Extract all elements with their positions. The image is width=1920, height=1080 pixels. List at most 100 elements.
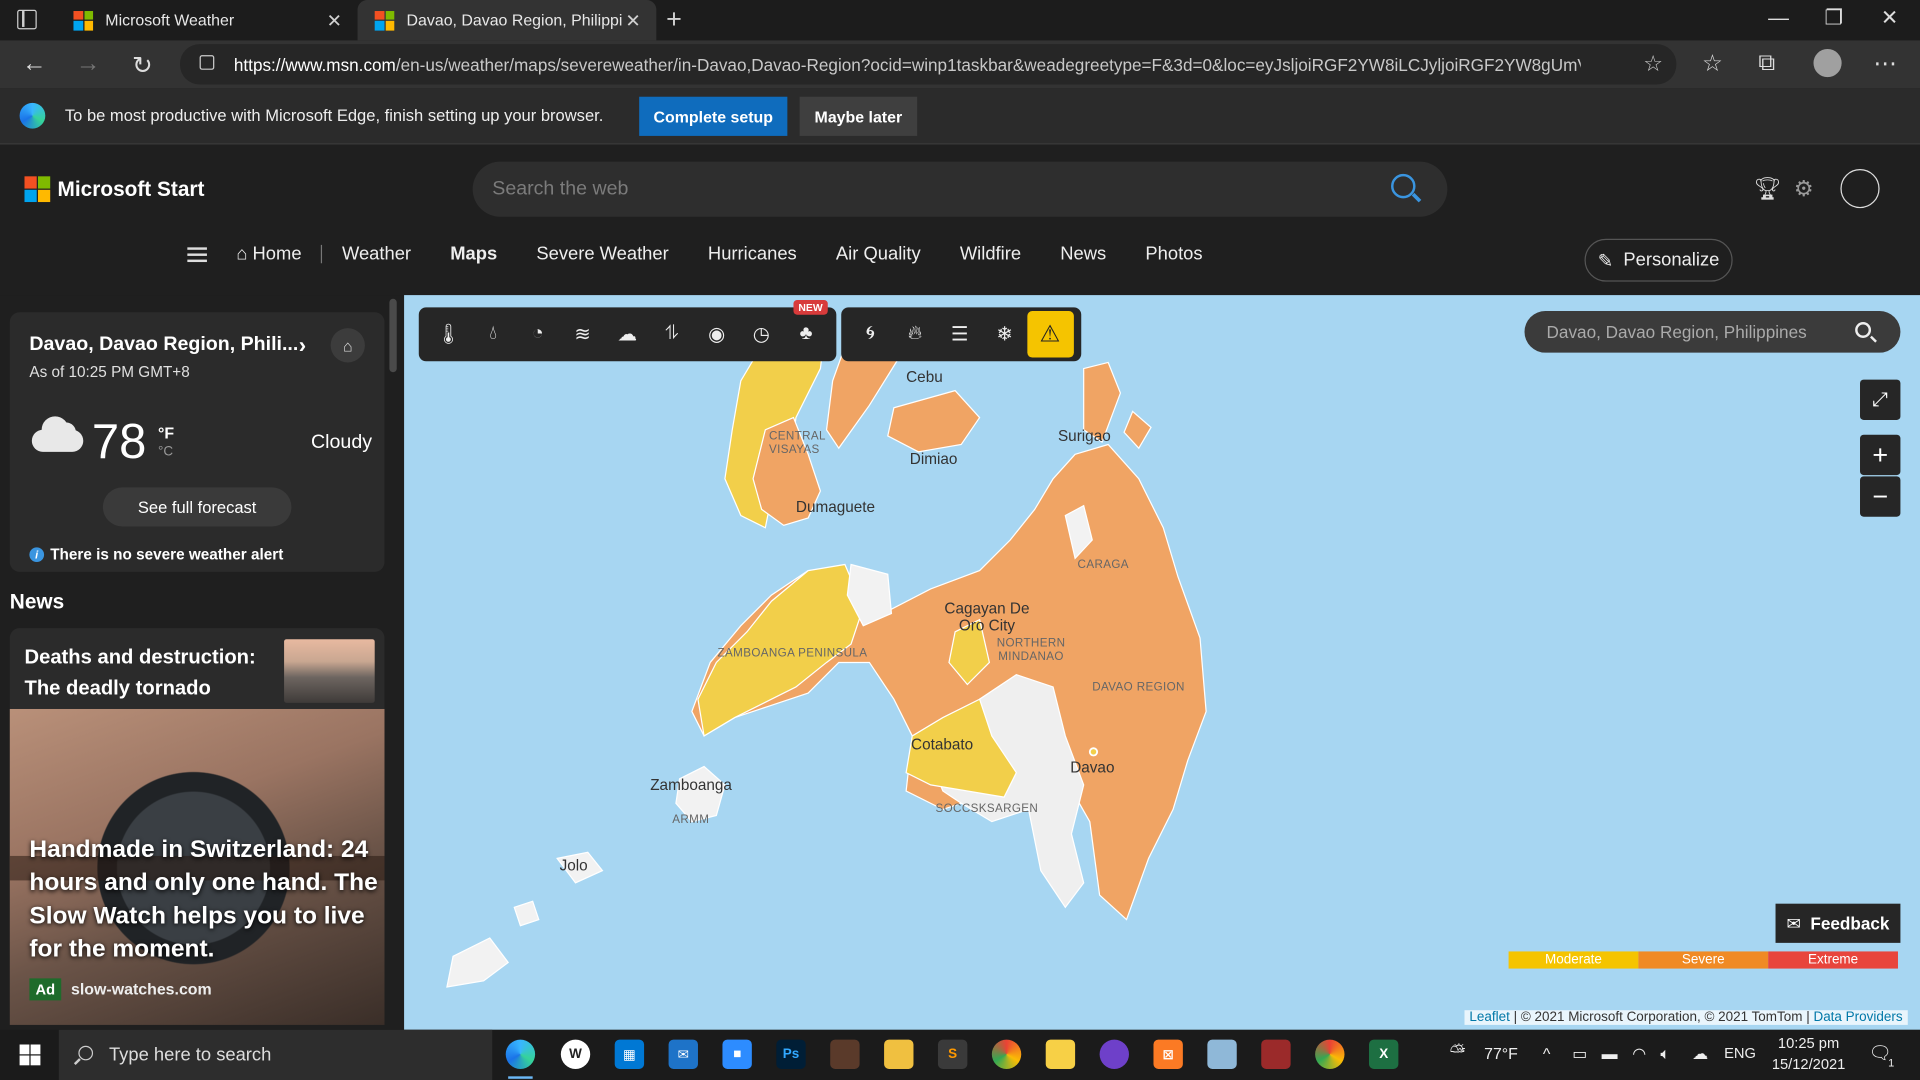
close-tab-icon[interactable]: ✕ <box>323 9 345 31</box>
nav-photos[interactable]: Photos <box>1145 244 1202 265</box>
add-favorite-icon[interactable]: ☆ <box>1643 51 1663 77</box>
close-tab-icon[interactable]: ✕ <box>622 9 644 31</box>
wifi-icon[interactable]: ◠ <box>1632 1044 1646 1064</box>
more-icon[interactable]: ⋯ <box>1873 50 1896 78</box>
ad-title[interactable]: Handmade in Switzerland: 24 hours and on… <box>29 834 378 966</box>
maybe-later-button[interactable]: Maybe later <box>799 96 918 136</box>
onedrive-icon[interactable]: ☁︎ <box>1692 1044 1708 1064</box>
tab-davao[interactable]: Davao, Davao Region, Philippine ✕ <box>357 0 657 41</box>
browser-profile-avatar[interactable] <box>1813 48 1842 78</box>
contact-app-icon[interactable] <box>830 1039 860 1069</box>
address-bar[interactable]: https://www.msn.com/en-us/weather/maps/s… <box>180 44 1677 85</box>
nav-hurricanes[interactable]: Hurricanes <box>708 244 797 265</box>
w-app-icon[interactable]: W <box>560 1039 591 1069</box>
nav-news[interactable]: News <box>1060 244 1106 265</box>
chevron-right-icon[interactable]: › <box>299 333 306 359</box>
battery-icon[interactable]: ▬ <box>1602 1044 1618 1062</box>
file-explorer-icon[interactable] <box>884 1039 914 1069</box>
nav-air-quality[interactable]: Air Quality <box>836 244 921 265</box>
nav-wildfire[interactable]: Wildfire <box>960 244 1021 265</box>
ad-source[interactable]: slow-watches.com <box>71 980 212 998</box>
thermometer-icon[interactable]: 🌡︎ <box>426 312 471 356</box>
feedback-button[interactable]: ✉ Feedback <box>1775 903 1901 943</box>
unit-celsius[interactable]: °C <box>158 444 173 459</box>
excel-app-icon[interactable]: X <box>1368 1039 1399 1069</box>
search-icon[interactable] <box>1391 173 1416 199</box>
zoom-app-icon[interactable]: ■ <box>722 1039 752 1069</box>
brand-logo[interactable]: Microsoft Start <box>24 176 204 203</box>
favorites-icon[interactable]: ☆ <box>1702 50 1723 78</box>
restore-icon[interactable]: ❐ <box>1825 6 1844 30</box>
zoom-in-icon[interactable]: + <box>1860 434 1901 476</box>
pollen-icon[interactable]: ♣ NEW <box>784 300 829 356</box>
photoshop-app-icon[interactable]: Ps <box>776 1039 806 1069</box>
minimize-icon[interactable]: — <box>1768 6 1789 30</box>
nav-maps[interactable]: Maps <box>450 244 497 265</box>
fullscreen-icon[interactable]: ⤢ <box>1860 379 1901 421</box>
meet-icon[interactable]: ▭ <box>1572 1044 1587 1064</box>
see-full-forecast-button[interactable]: See full forecast <box>102 487 292 527</box>
humidity-icon[interactable]: ⥮ <box>650 312 695 356</box>
weather-icon[interactable]: ⛅︎ <box>1450 1042 1466 1064</box>
sticky-notes-icon[interactable] <box>1045 1039 1076 1069</box>
radar-icon[interactable]: ◔ <box>516 312 561 356</box>
search-icon[interactable] <box>1855 322 1872 338</box>
sidebar-scrollbar[interactable] <box>389 298 397 373</box>
taskbar-weather[interactable]: 77°F <box>1484 1044 1518 1062</box>
visibility-icon[interactable]: ◉ <box>694 312 739 356</box>
gear-icon[interactable]: ⚙ <box>1794 176 1814 202</box>
nav-home[interactable]: ⌂ Home <box>236 244 301 265</box>
user-profile-icon[interactable] <box>1840 168 1880 209</box>
volume-icon[interactable]: 🔈︎ <box>1660 1044 1670 1064</box>
news-item[interactable]: Deaths and destruction: The deadly torna… <box>9 628 385 709</box>
droplet-icon[interactable]: 💧︎ <box>471 312 516 356</box>
personalize-button[interactable]: ✎ Personalize <box>1584 238 1733 282</box>
pressure-icon[interactable]: ◷ <box>739 312 784 356</box>
cloud-icon[interactable]: ☁︎ <box>605 312 650 356</box>
xampp-app-icon[interactable]: ⊠ <box>1153 1039 1183 1069</box>
rewards-icon[interactable]: 🏆︎ <box>1753 176 1781 202</box>
news-title[interactable]: Deaths and destruction: The deadly torna… <box>24 643 269 704</box>
nav-weather[interactable]: Weather <box>342 244 411 265</box>
unit-fahrenheit[interactable]: °F <box>158 424 174 442</box>
language-indicator[interactable]: ENG <box>1724 1044 1756 1061</box>
collections-icon[interactable]: ⧉ <box>1758 50 1775 77</box>
edge-app-icon[interactable] <box>505 1039 536 1079</box>
tab-actions-icon[interactable] <box>17 9 37 30</box>
chevron-up-icon[interactable]: ^ <box>1543 1044 1550 1062</box>
lock-icon[interactable] <box>199 55 215 70</box>
snowflake-icon[interactable]: ❄︎ <box>982 312 1027 356</box>
back-icon[interactable]: ← <box>22 50 46 78</box>
forward-icon[interactable]: → <box>76 50 100 78</box>
new-tab-icon[interactable]: + <box>666 6 682 33</box>
leaflet-link[interactable]: Leaflet <box>1469 1010 1509 1025</box>
sublime-app-icon[interactable]: S <box>937 1039 968 1069</box>
wind-icon[interactable]: ≋ <box>560 312 605 356</box>
chrome-app-icon[interactable] <box>1315 1039 1345 1069</box>
data-providers-link[interactable]: Data Providers <box>1813 1010 1902 1025</box>
url-text[interactable]: https://www.msn.com/en-us/weather/maps/s… <box>234 55 1581 75</box>
hurricane-icon[interactable]: 🌀︎ <box>848 312 893 356</box>
refresh-icon[interactable]: ↻ <box>132 50 153 81</box>
chrome-app-icon[interactable] <box>991 1039 1022 1069</box>
winrar-app-icon[interactable] <box>1261 1039 1291 1069</box>
windows-start-icon[interactable] <box>19 1044 41 1066</box>
location-name[interactable]: Davao, Davao Region, Phili... <box>29 334 298 356</box>
map-search-box[interactable]: Davao, Davao Region, Philippines <box>1524 311 1901 353</box>
severe-weather-map[interactable]: Cebu Surigao Dimiao Dumaguete Cagayan De… <box>404 295 1920 1030</box>
tab-microsoft-weather[interactable]: Microsoft Weather ✕ <box>56 0 357 40</box>
taskbar-search[interactable]: Type here to search <box>58 1029 493 1080</box>
taskbar-clock[interactable]: 10:25 pm 15/12/2021 <box>1766 1033 1852 1075</box>
zoom-out-icon[interactable]: − <box>1860 476 1901 517</box>
close-window-icon[interactable]: ✕ <box>1881 6 1898 30</box>
github-app-icon[interactable] <box>1099 1039 1129 1069</box>
warning-icon[interactable]: ⚠︎ <box>1026 311 1074 358</box>
complete-setup-button[interactable]: Complete setup <box>639 96 788 136</box>
home-icon[interactable]: ⌂ <box>330 328 365 363</box>
app-icon[interactable] <box>1207 1039 1237 1069</box>
web-search-box[interactable]: Search the web <box>472 161 1448 217</box>
wildfire-icon[interactable]: 🔥︎ <box>893 312 938 356</box>
ad-card[interactable]: Handmade in Switzerland: 24 hours and on… <box>9 708 385 1025</box>
store-app-icon[interactable]: ▦ <box>614 1039 645 1069</box>
fog-icon[interactable]: ☰ <box>937 312 982 356</box>
